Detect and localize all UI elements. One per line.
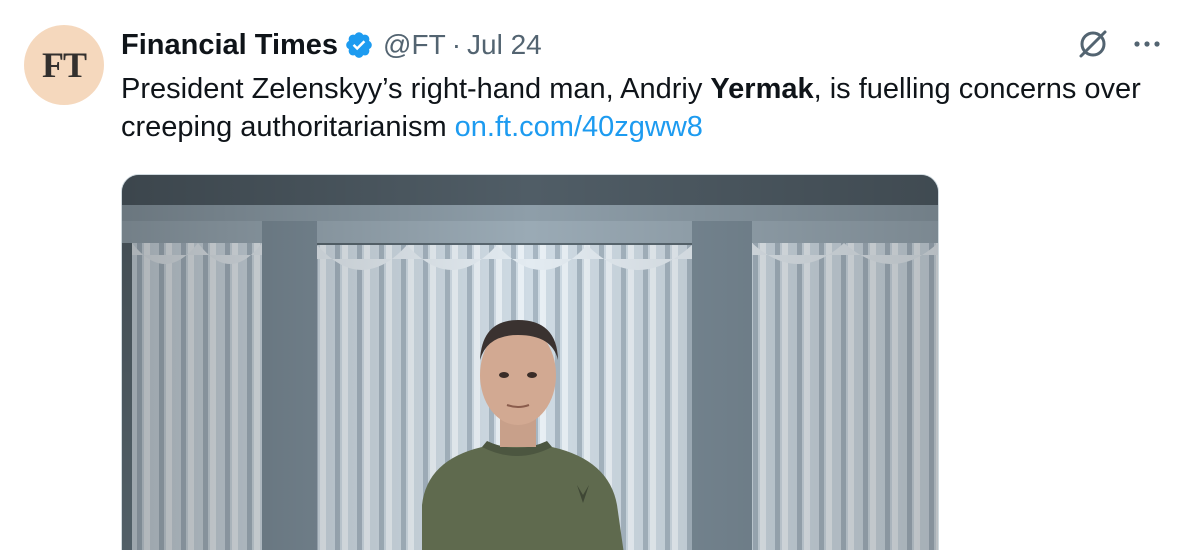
tweet-header: Financial Times @FT · Jul 24 [121,26,542,64]
tweet-link[interactable]: on.ft.com/40zgww8 [455,111,703,143]
more-button[interactable] [1127,24,1167,64]
author-name[interactable]: Financial Times [121,29,338,62]
separator-dot: · [451,29,462,60]
tweet-date[interactable]: Jul 24 [467,29,542,61]
avatar-text: FT [41,45,87,85]
tweet-text-part: President Zelenskyy’s right-hand man, An… [121,73,711,105]
verified-badge-icon [346,32,372,58]
avatar[interactable]: FT [24,25,104,105]
grok-button[interactable] [1073,24,1113,64]
tweet[interactable]: FT Financial Times @FT · Jul 24 Presiden… [0,0,1199,550]
more-dots-icon [1134,41,1160,47]
author-handle[interactable]: @FT [383,29,446,61]
tweet-actions [1073,24,1167,64]
tweet-photo[interactable] [121,174,939,550]
tweet-text: President Zelenskyy’s right-hand man, An… [121,70,1161,146]
tweet-text-bold: Yermak [710,73,814,105]
slashed-circle-icon [1079,30,1107,58]
photo-image [122,175,938,550]
